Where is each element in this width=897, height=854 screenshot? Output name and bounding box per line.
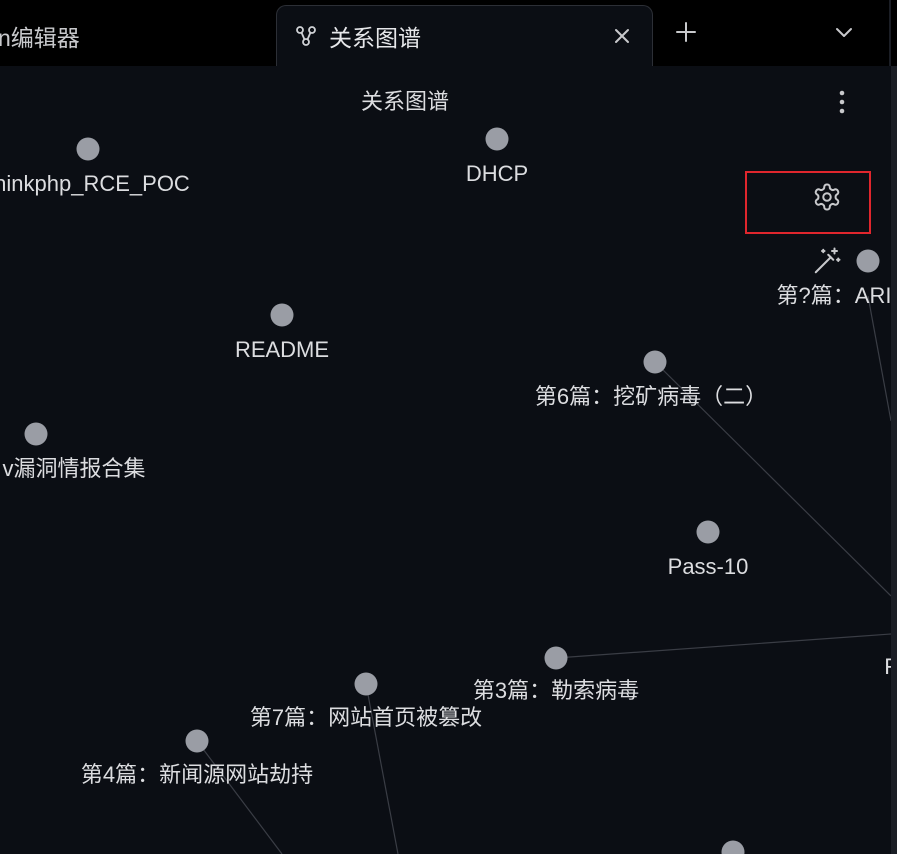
graph-node-news-hijack: [185, 729, 209, 753]
graph-node-mining-virus: [643, 350, 667, 374]
node-label-mining-virus[interactable]: 第6篇：挖矿病毒（二）: [535, 386, 767, 408]
close-icon[interactable]: [610, 24, 634, 48]
node-label-pass10[interactable]: Pass-10: [668, 556, 749, 578]
graph-node-vuln-intel: [24, 422, 48, 446]
tab-bar: n编辑器 关系图谱: [0, 0, 897, 66]
node-label-vuln-intel[interactable]: v漏洞情报合集: [2, 458, 145, 480]
node-label-dhcp[interactable]: DHCP: [466, 163, 528, 185]
right-panel-divider: [891, 66, 897, 854]
node-label-homepage-tamper[interactable]: 第7篇：网站首页被篡改: [250, 707, 482, 729]
tab-relationship-graph-label: 关系图谱: [329, 25, 421, 51]
graph-node-thinkphp: [76, 137, 100, 161]
gear-icon[interactable]: [810, 180, 844, 214]
graph-node-pass10: [696, 520, 720, 544]
graph-node-bottom: [721, 840, 745, 854]
chevron-down-icon[interactable]: [830, 18, 858, 46]
graph-node-dhcp: [485, 127, 509, 151]
node-label-ransomware[interactable]: 第3篇：勒索病毒: [473, 680, 639, 702]
tab-editor-label: n编辑器: [0, 24, 80, 51]
node-label-readme[interactable]: README: [235, 339, 329, 361]
graph-view-window: n编辑器 关系图谱 关系图谱 hinkphp_RCE_POC DHCP 第?篇：…: [0, 0, 897, 854]
graph-icon: [295, 25, 317, 47]
plus-icon[interactable]: [672, 14, 700, 50]
graph-canvas[interactable]: hinkphp_RCE_POC DHCP 第?篇：ARI README 第6篇：…: [0, 66, 897, 854]
tab-editor[interactable]: n编辑器: [0, 5, 275, 66]
node-label-thinkphp[interactable]: hinkphp_RCE_POC: [0, 173, 190, 195]
graph-node-arp: [856, 249, 880, 273]
graph-node-readme: [270, 303, 294, 327]
node-label-news-hijack[interactable]: 第4篇：新闻源网站劫持: [81, 764, 313, 786]
node-label-arp[interactable]: 第?篇：ARI: [777, 285, 892, 307]
graph-node-homepage-tamper: [354, 672, 378, 696]
magic-wand-icon[interactable]: [810, 244, 844, 278]
graph-node-ransomware: [544, 646, 568, 670]
tabbar-divider: [889, 0, 891, 66]
tab-relationship-graph[interactable]: 关系图谱: [276, 5, 653, 66]
